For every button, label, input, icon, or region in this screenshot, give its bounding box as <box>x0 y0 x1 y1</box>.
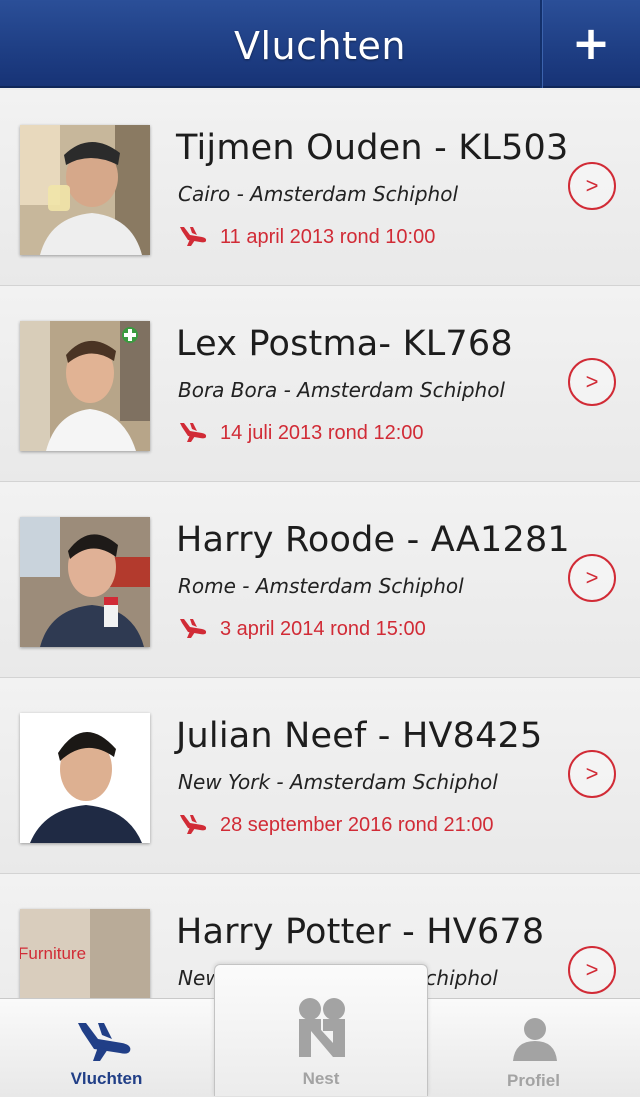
open-flight-button[interactable]: > <box>568 554 616 602</box>
passenger-name: Harry Roode - AA1281 <box>176 520 570 560</box>
flight-route: Bora Bora - Amsterdam Schiphol <box>178 378 505 402</box>
flight-row[interactable]: Tijmen Ouden - KL503 Cairo - Amsterdam S… <box>0 90 640 286</box>
plane-icon <box>180 423 207 442</box>
nav-bar: Vluchten + <box>0 0 640 88</box>
passenger-name: Tijmen Ouden - KL503 <box>176 128 569 168</box>
flight-route: New York - Amsterdam Schiphol <box>178 770 498 794</box>
tab-label: Vluchten <box>70 1069 143 1088</box>
passenger-name: Julian Neef - HV8425 <box>176 716 543 756</box>
flight-row[interactable]: Julian Neef - HV8425 New York - Amsterda… <box>0 678 640 874</box>
open-flight-button[interactable]: > <box>568 358 616 406</box>
passenger-name: Harry Potter - HV678 <box>176 912 545 952</box>
flight-list: Tijmen Ouden - KL503 Cairo - Amsterdam S… <box>0 90 640 1070</box>
flight-date: 28 september 2016 rond 21:00 <box>220 814 494 836</box>
open-flight-button[interactable]: > <box>568 162 616 210</box>
flight-row[interactable]: Lex Postma- KL768 Bora Bora - Amsterdam … <box>0 286 640 482</box>
plus-icon: + <box>571 16 611 70</box>
open-flight-button[interactable]: > <box>568 750 616 798</box>
flight-date: 3 april 2014 rond 15:00 <box>220 618 426 640</box>
avatar <box>20 517 150 647</box>
tab-profiel[interactable]: Profiel <box>427 999 640 1097</box>
flight-route: Rome - Amsterdam Schiphol <box>178 574 464 598</box>
tab-vluchten[interactable]: Vluchten <box>0 999 213 1097</box>
avatar <box>20 321 150 451</box>
open-flight-button[interactable]: > <box>568 946 616 994</box>
flight-row[interactable]: Harry Roode - AA1281 Rome - Amsterdam Sc… <box>0 482 640 678</box>
nest-icon <box>299 998 345 1057</box>
profile-icon <box>513 1018 557 1061</box>
flight-route: Cairo - Amsterdam Schiphol <box>178 182 458 206</box>
plane-icon <box>78 1023 131 1061</box>
flight-date: 11 april 2013 rond 10:00 <box>220 226 436 248</box>
passenger-name: Lex Postma- KL768 <box>176 324 513 364</box>
plane-icon <box>180 619 207 638</box>
avatar <box>20 713 150 843</box>
flight-date: 14 juli 2013 rond 12:00 <box>220 422 424 444</box>
avatar <box>20 125 150 255</box>
avatar-photo-text: Furniture <box>20 944 86 963</box>
tab-label: Nest <box>302 1069 340 1088</box>
plane-icon <box>180 815 207 834</box>
plane-icon <box>180 227 207 246</box>
tab-nest[interactable]: Nest <box>214 964 428 1096</box>
tab-label: Profiel <box>507 1071 560 1090</box>
add-flight-button[interactable]: + <box>540 0 640 88</box>
